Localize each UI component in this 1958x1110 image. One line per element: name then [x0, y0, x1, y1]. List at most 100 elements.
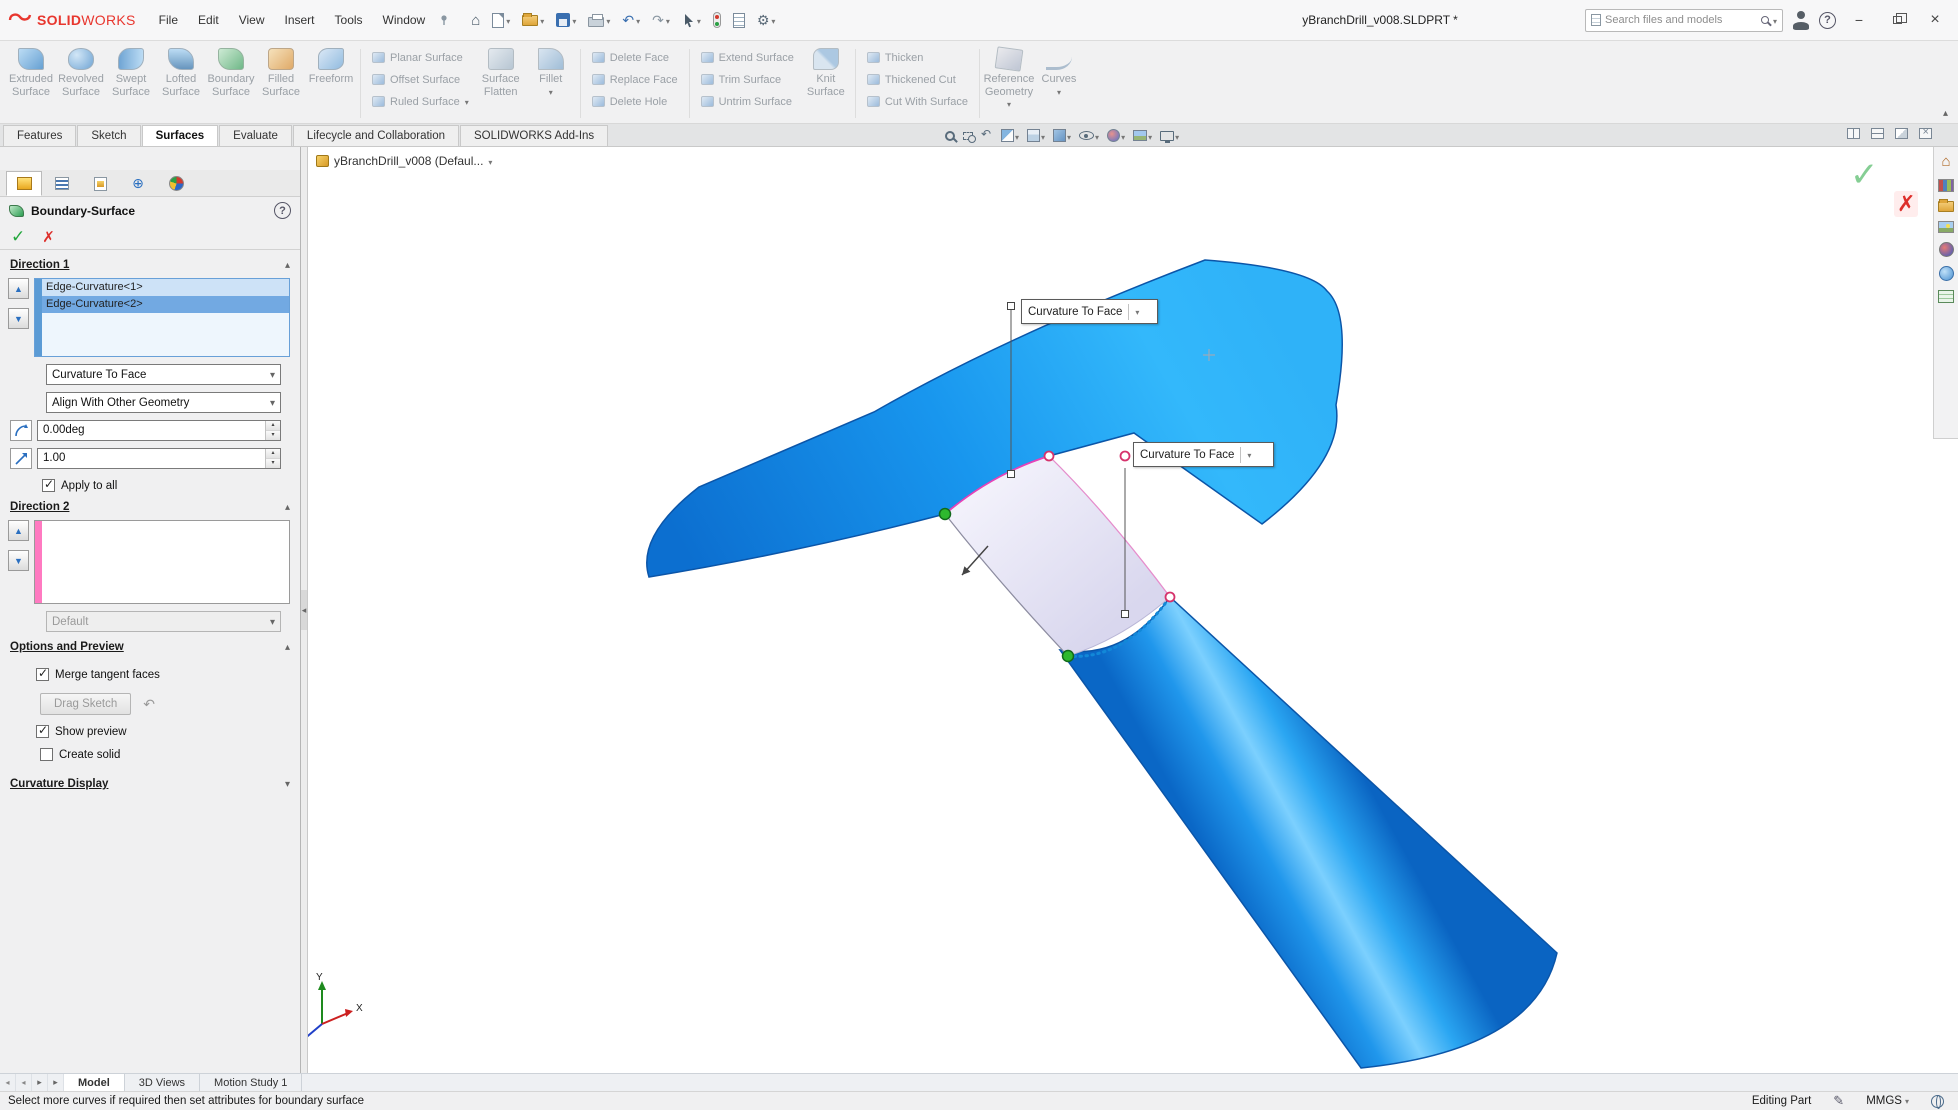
pane-fullscreen-icon[interactable] [1895, 128, 1908, 139]
create-solid-row[interactable]: Create solid [40, 748, 290, 761]
lofted-surface-button[interactable]: LoftedSurface [156, 44, 206, 123]
move-up-button[interactable] [8, 520, 29, 541]
chevron-down-icon[interactable] [549, 87, 553, 99]
collapse-icon[interactable] [285, 501, 290, 513]
options-button[interactable] [752, 7, 781, 33]
panel-splitter[interactable] [301, 147, 308, 1073]
fillet-button[interactable]: Fillet [526, 44, 576, 123]
undo-drag-icon[interactable] [143, 696, 155, 713]
menu-edit[interactable]: Edit [189, 9, 228, 31]
spin-up-button[interactable] [266, 421, 280, 430]
chevron-down-icon[interactable] [1057, 87, 1061, 99]
chevron-down-icon[interactable] [1007, 99, 1011, 111]
callout1-anchor-handle[interactable] [1008, 303, 1015, 310]
merge-tangent-faces-row[interactable]: Merge tangent faces [36, 668, 290, 681]
offset-surface-button[interactable]: Offset Surface [365, 72, 476, 87]
knit-surface-button[interactable]: KnitSurface [801, 44, 851, 123]
revolved-surface-button[interactable]: RevolvedSurface [56, 44, 106, 123]
chevron-down-icon[interactable] [572, 13, 576, 27]
view-orientation-button[interactable] [1025, 129, 1047, 143]
section-view-button[interactable] [999, 129, 1021, 143]
print-button[interactable] [583, 7, 615, 33]
drag-sketch-button[interactable]: Drag Sketch [40, 693, 131, 715]
filled-surface-button[interactable]: FilledSurface [256, 44, 306, 123]
home-button[interactable] [466, 7, 485, 33]
tab-dimxpert-manager[interactable] [120, 171, 156, 196]
display-style-button[interactable] [1051, 129, 1073, 143]
callout-curvature-to-face-1[interactable]: Curvature To Face [1021, 299, 1158, 324]
surface-flatten-button[interactable]: SurfaceFlatten [476, 44, 526, 123]
move-down-button[interactable] [8, 550, 29, 571]
chevron-down-icon[interactable] [1041, 129, 1045, 143]
create-solid-checkbox[interactable] [40, 748, 53, 761]
flyout-feature-manager[interactable]: yBranchDrill_v008 (Defaul... [316, 154, 492, 168]
trim-surface-button[interactable]: Trim Surface [694, 72, 801, 87]
minimize-button[interactable] [1844, 6, 1874, 34]
connector-green-1[interactable] [940, 509, 951, 520]
chevron-down-icon[interactable] [1015, 129, 1019, 143]
chevron-down-icon[interactable] [1095, 129, 1099, 143]
globe-icon[interactable] [1931, 1095, 1944, 1108]
show-preview-checkbox[interactable] [36, 725, 49, 738]
section-direction-2[interactable]: Direction 2 [0, 492, 300, 518]
tab-addins[interactable]: SOLIDWORKS Add-Ins [460, 125, 608, 146]
file-properties-button[interactable] [728, 7, 750, 33]
account-icon[interactable] [1791, 10, 1811, 30]
file-explorer-icon[interactable] [1938, 201, 1954, 212]
show-preview-row[interactable]: Show preview [36, 725, 290, 738]
tab-display-manager[interactable] [158, 171, 194, 196]
reference-geometry-button[interactable]: ReferenceGeometry [984, 44, 1034, 123]
chevron-down-icon[interactable] [1148, 129, 1152, 143]
expand-icon[interactable] [285, 778, 290, 790]
open-button[interactable] [517, 7, 549, 33]
design-library-icon[interactable] [1938, 179, 1954, 192]
list-item[interactable]: Edge-Curvature<1> [42, 279, 289, 296]
direction2-curve-list[interactable] [34, 520, 290, 604]
chevron-down-icon[interactable] [697, 13, 701, 27]
draft-angle-input[interactable]: 0.00deg [37, 420, 281, 441]
ruled-surface-button[interactable]: Ruled Surface [365, 94, 476, 109]
curves-button[interactable]: Curves [1034, 44, 1084, 123]
spin-down-button[interactable] [266, 430, 280, 440]
scroll-next-tab-button[interactable] [32, 1074, 48, 1091]
tab-sketch[interactable]: Sketch [77, 125, 140, 146]
merge-tangent-faces-checkbox[interactable] [36, 668, 49, 681]
pane-close-icon[interactable] [1919, 128, 1932, 139]
tab-motion-study-1[interactable]: Motion Study 1 [200, 1074, 302, 1091]
undo-button[interactable] [617, 7, 645, 33]
replace-face-button[interactable]: Replace Face [585, 72, 685, 87]
tab-property-manager[interactable] [6, 171, 42, 196]
section-direction-1[interactable]: Direction 1 [0, 250, 300, 276]
alignment-dropdown[interactable]: Align With Other Geometry [46, 392, 281, 413]
section-options-preview[interactable]: Options and Preview [0, 632, 300, 658]
scroll-first-tab-button[interactable] [0, 1074, 16, 1091]
tab-3d-views[interactable]: 3D Views [125, 1074, 200, 1091]
redo-button[interactable] [647, 7, 675, 33]
callout2-edge-handle[interactable] [1122, 611, 1129, 618]
search-input[interactable] [1605, 14, 1757, 26]
hide-show-items-button[interactable] [1077, 129, 1101, 143]
chevron-down-icon[interactable] [488, 154, 492, 168]
menu-pin-icon[interactable] [438, 14, 450, 26]
ok-button[interactable] [11, 227, 25, 247]
connector-red-1[interactable] [1045, 452, 1054, 461]
chevron-down-icon[interactable] [540, 13, 544, 27]
callout2-anchor-ring[interactable] [1121, 452, 1130, 461]
help-icon[interactable] [1819, 12, 1836, 29]
tab-model[interactable]: Model [64, 1074, 125, 1091]
menu-insert[interactable]: Insert [276, 9, 324, 31]
cancel-button[interactable] [42, 228, 55, 246]
chevron-down-icon[interactable] [636, 13, 640, 27]
split-horizontal-icon[interactable] [1871, 128, 1884, 139]
unit-system-selector[interactable]: MMGS [1866, 1095, 1909, 1107]
cut-with-surface-button[interactable]: Cut With Surface [860, 94, 975, 109]
swept-surface-button[interactable]: SweptSurface [106, 44, 156, 123]
move-down-button[interactable] [8, 308, 29, 329]
confirm-ok-button[interactable] [1850, 155, 1879, 195]
chevron-down-icon[interactable] [606, 13, 610, 27]
tab-configuration-manager[interactable] [82, 171, 118, 196]
new-document-button[interactable] [487, 7, 515, 33]
spin-down-button[interactable] [266, 458, 280, 468]
thickened-cut-button[interactable]: Thickened Cut [860, 72, 975, 87]
confirm-cancel-button[interactable] [1894, 191, 1918, 217]
